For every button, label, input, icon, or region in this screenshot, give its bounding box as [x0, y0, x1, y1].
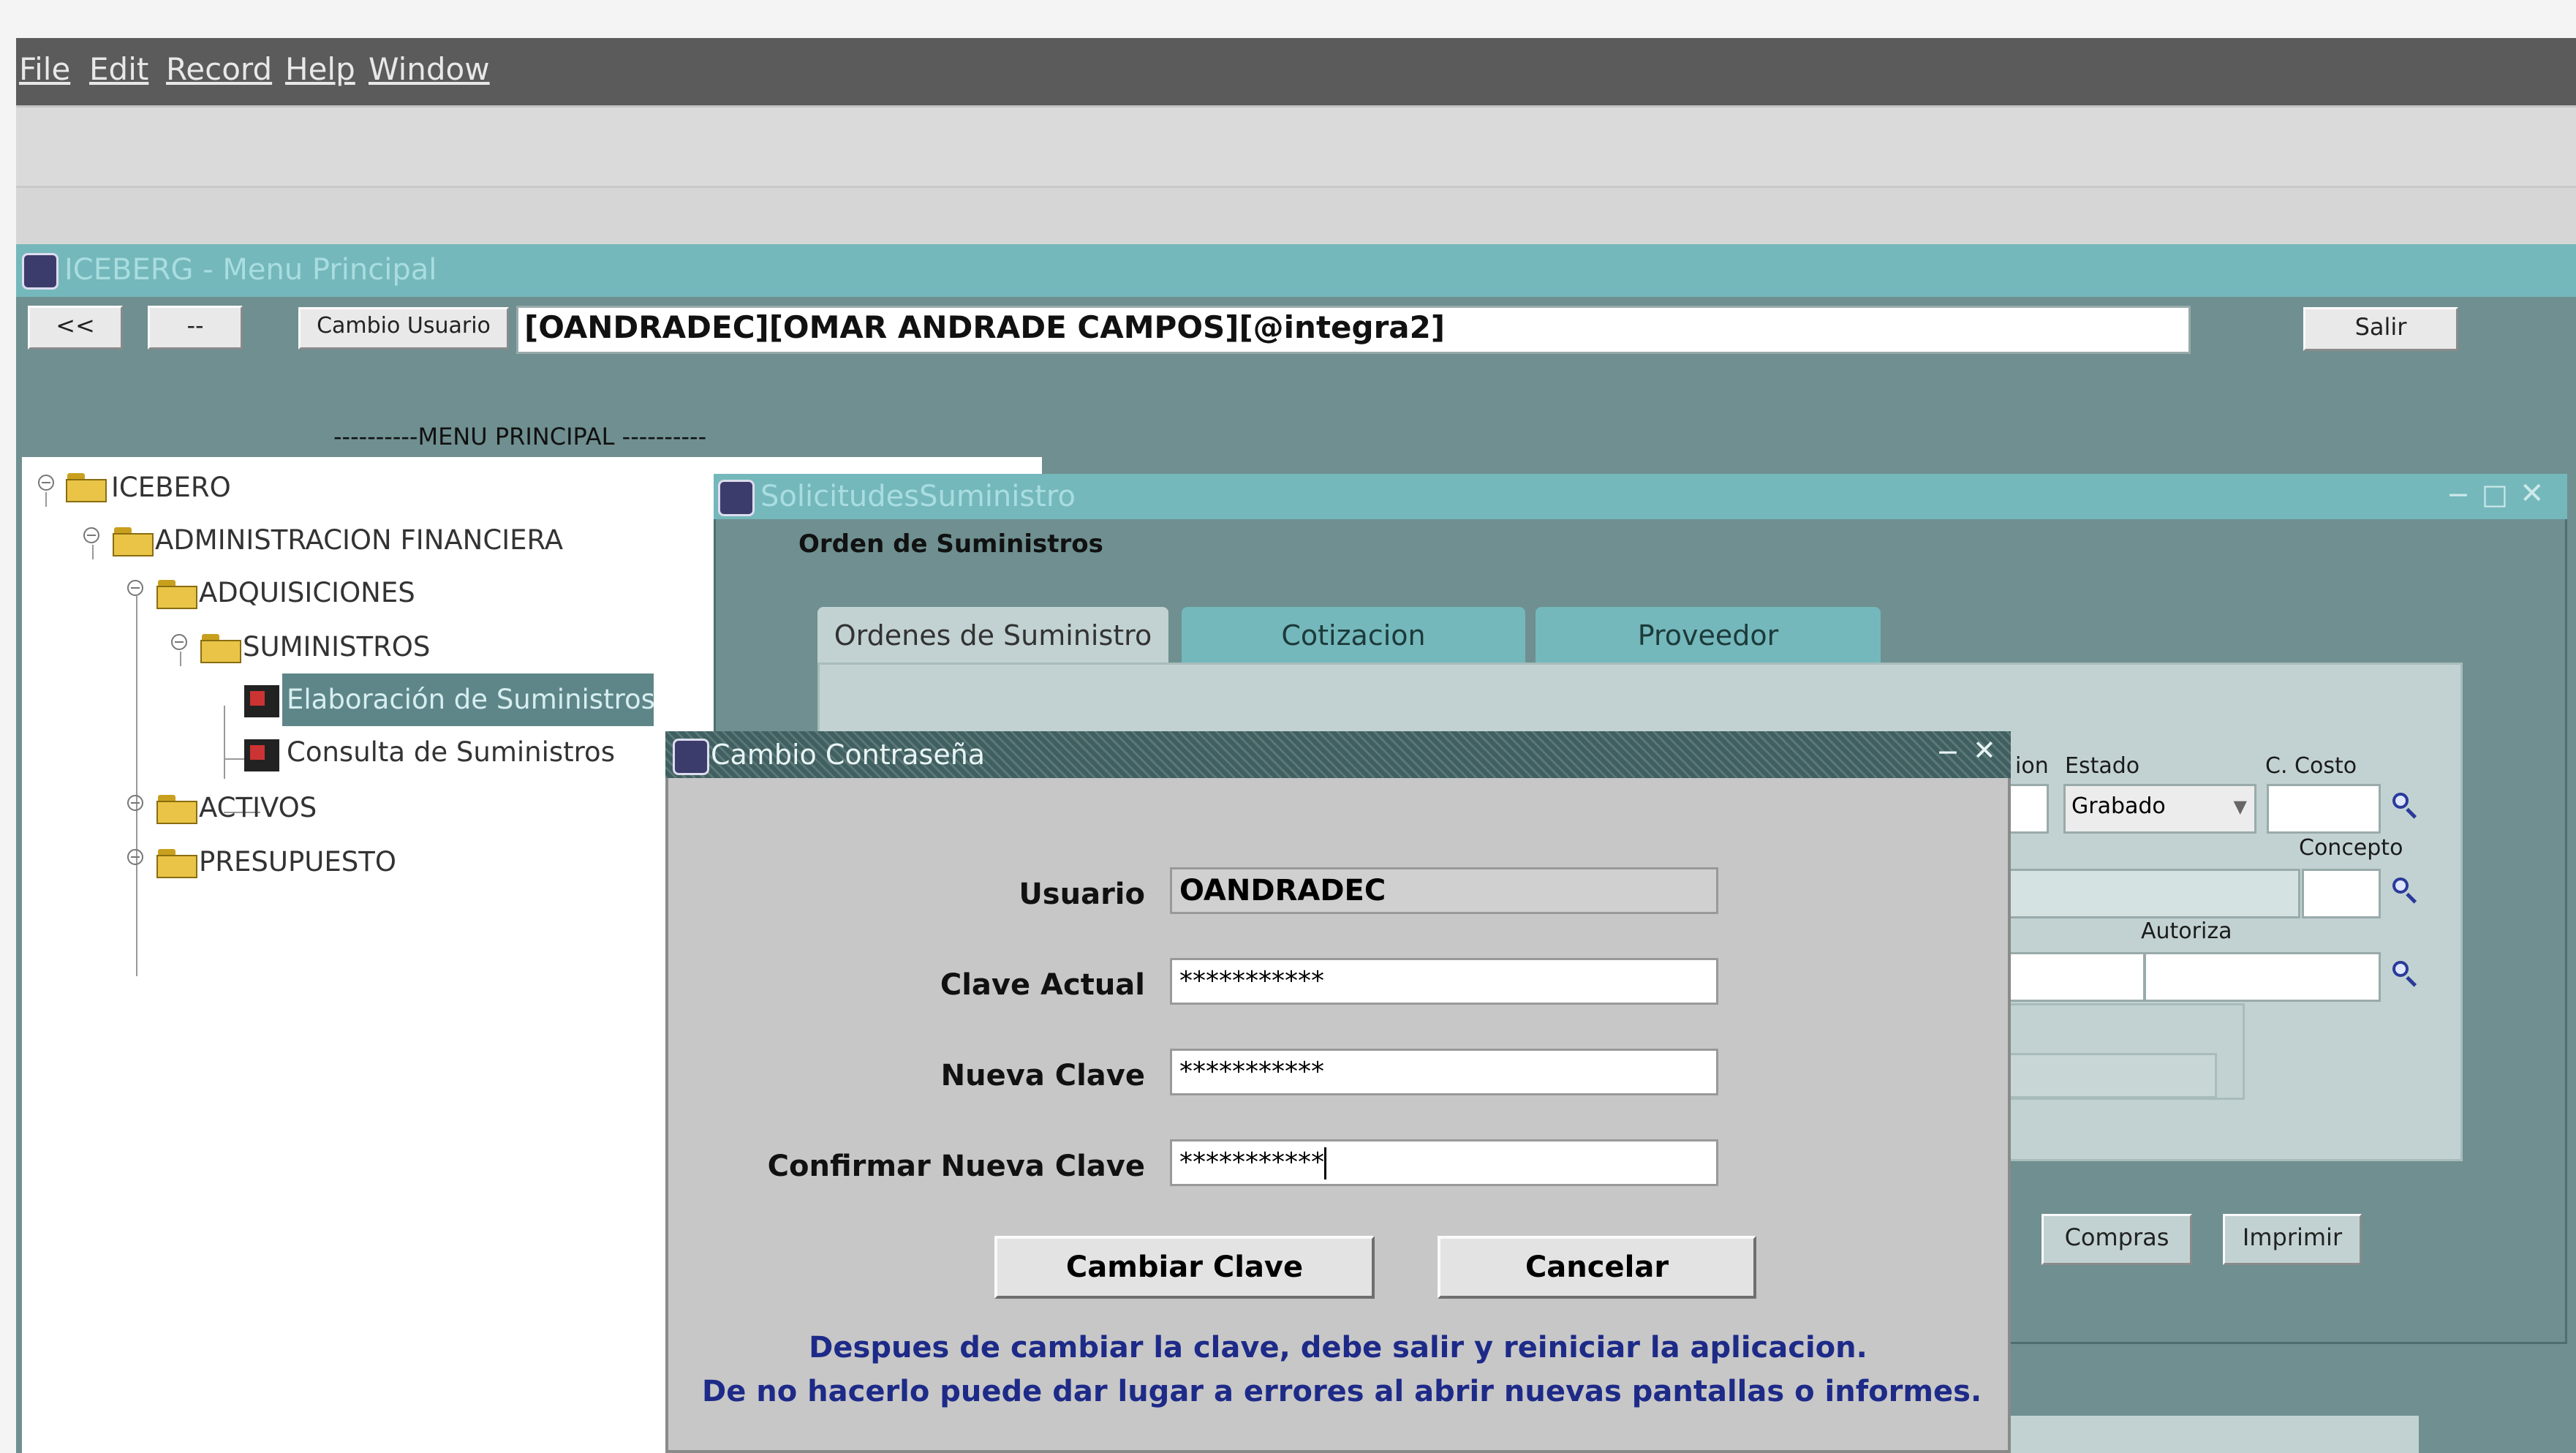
tree-item-consulta-de-suministros[interactable]: Consulta de Suministros [287, 736, 615, 768]
salir-button[interactable]: Salir [2303, 307, 2458, 351]
text-cursor [1324, 1147, 1326, 1180]
search-icon[interactable] [2392, 793, 2419, 819]
nueva-clave-field[interactable]: *********** [1170, 1049, 1718, 1095]
folder-icon [200, 634, 241, 663]
solicitud-window-title-bar: SolicitudesSuministro − □ ✕ [714, 474, 2567, 519]
menu-window[interactable]: Window [369, 51, 490, 87]
main-window-title: ICEBERG - Menu Principal [64, 253, 437, 287]
usuario-label: Usuario [1019, 878, 1145, 911]
menu-record[interactable]: Record [166, 51, 272, 87]
imprimir-button[interactable]: Imprimir [2223, 1214, 2362, 1265]
tree-item-administracion-financiera[interactable]: ADMINISTRACION FINANCIERA [155, 524, 563, 556]
estado-select-value: Grabado [2071, 793, 2166, 819]
cambio-usuario-button[interactable]: Cambio Usuario [298, 307, 509, 350]
tree-collapse-icon[interactable] [38, 475, 54, 491]
toolbar [16, 105, 2576, 186]
minimize-icon[interactable]: − [1936, 736, 1960, 768]
tree-collapse-icon[interactable] [83, 527, 99, 543]
description-field[interactable] [2003, 869, 2300, 918]
app-icon [673, 739, 709, 775]
app-icon [22, 253, 58, 290]
bottom-panel [2011, 1416, 2419, 1453]
c-costo-field[interactable] [2267, 784, 2381, 834]
menu-help[interactable]: Help [285, 51, 355, 87]
maximize-icon[interactable]: □ [2482, 478, 2508, 510]
autoriza-name-field[interactable] [2144, 952, 2381, 1002]
confirmar-nueva-clave-value: *********** [1179, 1147, 1324, 1177]
warning-note-line-2: De no hacerlo puede dar lugar a errores … [702, 1375, 1982, 1408]
close-icon[interactable]: ✕ [1973, 734, 1996, 766]
c-costo-label: C. Costo [2265, 753, 2357, 779]
prev-button[interactable]: << [28, 306, 123, 350]
solicitud-window-title: SolicitudesSuministro [760, 480, 1076, 513]
tree-item-icebero[interactable]: ICEBERO [111, 472, 231, 503]
app-icon [718, 480, 755, 516]
confirmar-nueva-clave-label: Confirmar Nueva Clave [767, 1150, 1145, 1183]
tree-collapse-icon[interactable] [171, 634, 187, 650]
next-button[interactable]: -- [148, 306, 243, 350]
autoriza-label: Autoriza [2141, 918, 2232, 944]
menu-file[interactable]: File [19, 51, 70, 87]
form-icon [244, 739, 279, 771]
cambiar-clave-button[interactable]: Cambiar Clave [994, 1236, 1375, 1299]
estado-label: Estado [2065, 753, 2140, 779]
main-window-title-bar: ICEBERG - Menu Principal [16, 244, 2576, 297]
search-icon[interactable] [2392, 961, 2419, 987]
confirmar-nueva-clave-field[interactable]: *********** [1170, 1139, 1718, 1186]
folder-icon [156, 580, 197, 609]
folder-icon [113, 527, 154, 556]
tree-item-suministros[interactable]: SUMINISTROS [243, 631, 430, 663]
tab-cotizacion[interactable]: Cotizacion [1182, 607, 1525, 664]
menu-edit[interactable]: Edit [89, 51, 148, 87]
usuario-field: OANDRADEC [1170, 867, 1718, 914]
clave-actual-field[interactable]: *********** [1170, 958, 1718, 1005]
folder-icon [156, 849, 197, 878]
tree-expand-icon[interactable] [127, 795, 143, 811]
autoriza-code-field[interactable] [2003, 952, 2145, 1002]
tree-expand-icon[interactable] [127, 849, 143, 865]
tree-item-presupuesto[interactable]: PRESUPUESTO [199, 846, 396, 878]
cancelar-button[interactable]: Cancelar [1438, 1236, 1756, 1299]
menu-bar: File Edit Record Help Window [16, 38, 2576, 105]
concepto-label: Concepto [2299, 835, 2403, 861]
detail-field [2003, 1053, 2217, 1098]
tab-proveedor[interactable]: Proveedor [1536, 607, 1881, 664]
user-info-field: [OANDRADEC][OMAR ANDRADE CAMPOS][@integr… [516, 306, 2191, 354]
nueva-clave-label: Nueva Clave [940, 1059, 1145, 1092]
dialog-title: Cambio Contraseña [711, 739, 986, 771]
clave-actual-label: Clave Actual [940, 968, 1145, 1002]
dialog-title-bar: Cambio Contraseña − ✕ [665, 731, 2011, 778]
form-icon [244, 685, 279, 717]
close-icon[interactable]: ✕ [2520, 477, 2545, 510]
ion-label-partial: ion [2015, 753, 2049, 779]
folder-icon [156, 795, 197, 824]
chevron-down-icon: ▼ [2233, 796, 2247, 817]
search-icon[interactable] [2392, 878, 2419, 904]
folder-icon [66, 473, 107, 502]
tree-item-activos[interactable]: ACTIVOS [199, 792, 317, 823]
minimize-icon[interactable]: − [2447, 478, 2470, 510]
toolbar-secondary [16, 186, 2576, 244]
estado-select[interactable]: Grabado ▼ [2063, 784, 2256, 834]
menu-principal-header: ----------MENU PRINCIPAL ---------- [333, 423, 707, 450]
orden-heading: Orden de Suministros [798, 529, 1103, 559]
concepto-field[interactable] [2302, 869, 2381, 918]
compras-button[interactable]: Compras [2041, 1214, 2192, 1265]
tree-item-elaboracion-de-suministros[interactable]: Elaboración de Suministros [287, 684, 655, 715]
tree-collapse-icon[interactable] [127, 580, 143, 596]
warning-note-line-1: Despues de cambiar la clave, debe salir … [809, 1331, 1867, 1365]
tree-item-adquisiciones[interactable]: ADQUISICIONES [199, 577, 415, 608]
tab-ordenes-de-suministro[interactable]: Ordenes de Suministro [817, 607, 1168, 664]
